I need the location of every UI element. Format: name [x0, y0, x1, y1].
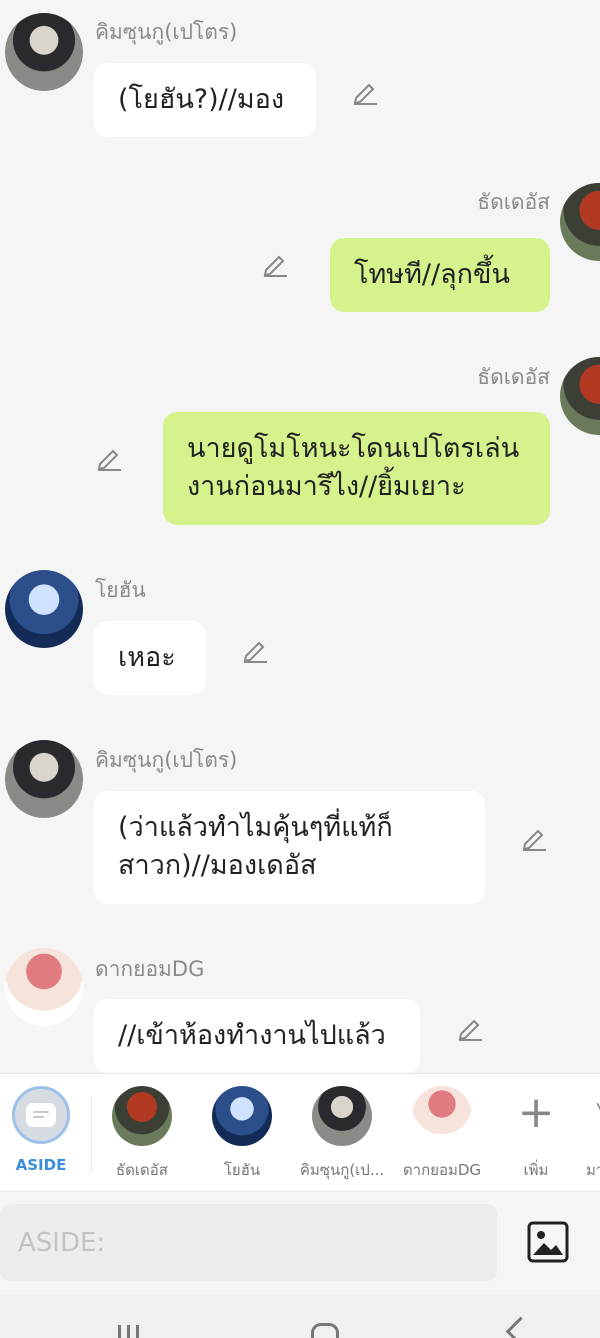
- character-kim-sungu[interactable]: คิมซุนกู(เป...: [299, 1086, 385, 1182]
- chat-area: คิมซุนกู(เปโตร) (โยฮัน?)//มอง ธัดเดอัส โ…: [0, 0, 600, 1073]
- message-bubble[interactable]: นายดูโมโหนะโดนเปโตรเล่น งานก่อนมารึไง//ย…: [163, 412, 550, 525]
- avatar: [112, 1086, 172, 1146]
- edit-pencil-icon[interactable]: [260, 249, 290, 279]
- message-bubble[interactable]: โทษที//ลุกขึ้น: [330, 238, 550, 312]
- speaker-name: ธัดเดอัส: [477, 365, 550, 389]
- avatar: [312, 1086, 372, 1146]
- avatar-kim-sungu[interactable]: [5, 740, 83, 818]
- avatar: [412, 1086, 472, 1146]
- avatar: [212, 1086, 272, 1146]
- edit-pencil-icon[interactable]: [94, 443, 124, 473]
- system-nav-bar: [0, 1295, 600, 1338]
- home-icon[interactable]: [311, 1323, 339, 1338]
- speaker-name: คิมซุนกู(เปโตร): [95, 20, 238, 44]
- divider: [91, 1096, 92, 1172]
- speaker-name: คิมซุนกู(เปโตร): [95, 748, 238, 772]
- character-label: ดากยอมDG: [402, 1161, 482, 1179]
- chevron-icon: ˅: [594, 1086, 600, 1146]
- speaker-name: ดากยอมDG: [95, 957, 205, 981]
- back-icon[interactable]: [505, 1316, 536, 1338]
- plus-icon: +: [517, 1087, 555, 1138]
- aside-icon: [12, 1086, 70, 1144]
- message-bubble[interactable]: (โยฮัน?)//มอง: [94, 63, 316, 137]
- aside-label: ASIDE: [15, 1156, 67, 1174]
- message-input[interactable]: [0, 1204, 497, 1281]
- edit-pencil-icon[interactable]: [455, 1013, 485, 1043]
- edit-pencil-icon[interactable]: [519, 823, 549, 853]
- more-button[interactable]: ˅ มา: [578, 1086, 600, 1182]
- message-bubble[interactable]: (ว่าแล้วทำไมคุ้นๆที่แท้ก็ สาวก)//มองเดอั…: [94, 791, 485, 904]
- speaker-name: ธัดเดอัส: [477, 190, 550, 214]
- add-character-button[interactable]: + เพิ่ม: [493, 1086, 579, 1182]
- avatar-dakyom[interactable]: [5, 948, 83, 1026]
- avatar-thaddeus[interactable]: [560, 357, 600, 435]
- character-label: ธัดเดอัส: [116, 1161, 168, 1179]
- image-icon[interactable]: [527, 1221, 569, 1263]
- character-dakyom[interactable]: ดากยอมDG: [399, 1086, 485, 1182]
- avatar-kim-sungu[interactable]: [5, 13, 83, 91]
- input-bar: [0, 1191, 600, 1296]
- recent-apps-icon[interactable]: [118, 1325, 146, 1338]
- speaker-name: โยฮัน: [95, 578, 146, 602]
- character-yohan[interactable]: โยฮัน: [199, 1086, 285, 1182]
- edit-pencil-icon[interactable]: [350, 77, 380, 107]
- add-label: เพิ่ม: [523, 1161, 549, 1179]
- character-label: โยฮัน: [223, 1161, 261, 1179]
- avatar-thaddeus[interactable]: [560, 183, 600, 261]
- more-label: มา: [586, 1161, 600, 1179]
- edit-pencil-icon[interactable]: [240, 635, 270, 665]
- avatar-yohan[interactable]: [5, 570, 83, 648]
- character-label: คิมซุนกู(เป...: [299, 1161, 385, 1179]
- character-thaddeus[interactable]: ธัดเดอัส: [99, 1086, 185, 1182]
- aside-button[interactable]: ASIDE: [0, 1086, 84, 1174]
- message-bubble[interactable]: เหอะ: [94, 621, 206, 695]
- message-bubble[interactable]: //เข้าห้องทำงานไปแล้ว: [94, 999, 420, 1073]
- character-selector-bar: ASIDE ธัดเดอัส โยฮัน คิมซุนกู(เป... ดากย…: [0, 1073, 600, 1192]
